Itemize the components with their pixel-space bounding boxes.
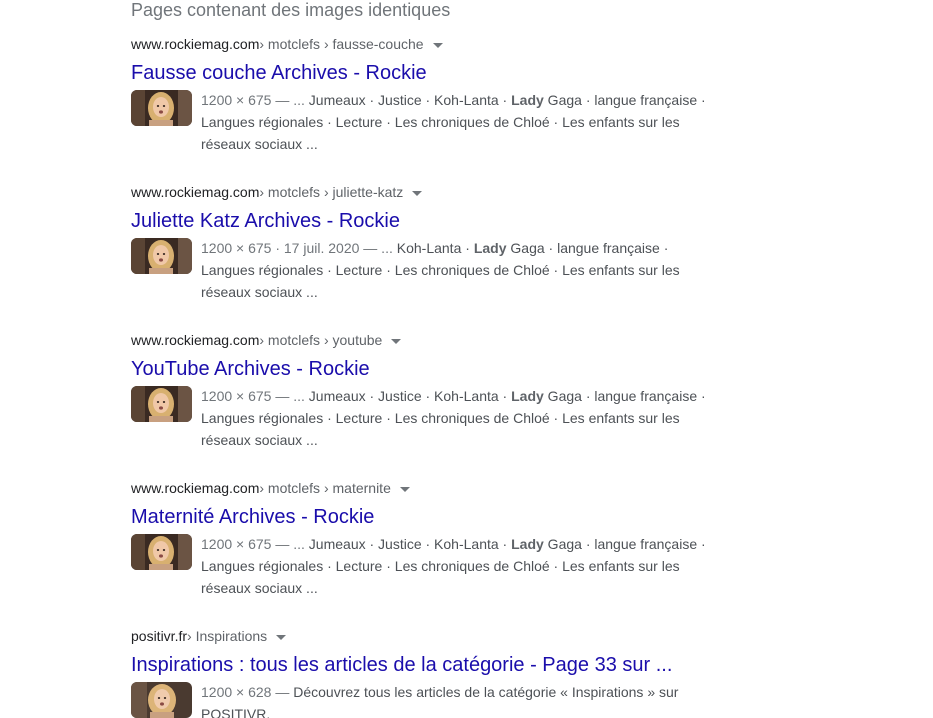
result-cite[interactable]: www.rockiemag.com › motclefs › fausse-co… [131,34,731,54]
result-title-link[interactable]: Maternité Archives - Rockie [131,504,731,530]
result-path: › motclefs › fausse-couche [259,36,424,52]
snippet-highlight: Lady [511,388,544,404]
search-result: positivr.fr › Inspirations Inspirations … [131,626,731,718]
result-snippet-row: 1200 × 675 — ... Jumeaux · Justice · Koh… [131,533,731,599]
result-domain: www.rockiemag.com [131,480,260,496]
result-domain: www.rockiemag.com [131,332,260,348]
result-meta: 1200 × 628 — [201,684,294,700]
result-path: › motclefs › juliette-katz [259,184,404,200]
snippet-highlight: Lady [511,92,544,108]
snippet-highlight: Lady [473,240,507,256]
result-snippet: 1200 × 675 — ... Jumeaux · Justice · Koh… [201,385,721,451]
result-meta: 1200 × 675 — ... [201,536,309,552]
result-snippet-row: 1200 × 675 — ... Jumeaux · Justice · Koh… [131,89,731,155]
result-snippet: 1200 × 675 — ... Jumeaux · Justice · Koh… [201,89,721,155]
result-snippet-row: 1200 × 628 — Découvrez tous les articles… [131,681,731,718]
result-cite[interactable]: www.rockiemag.com › motclefs › maternite [131,478,731,498]
result-thumbnail[interactable] [131,534,192,570]
result-meta: 1200 × 675 · 17 juil. 2020 — ... [201,240,397,256]
result-meta: 1200 × 675 — ... [201,92,309,108]
chevron-down-icon[interactable] [432,42,443,48]
thumbnail-image [131,534,192,570]
results-page: Pages contenant des images identiques ww… [0,0,933,718]
chevron-down-icon[interactable] [276,634,287,640]
thumbnail-image [131,90,192,126]
result-title-link[interactable]: Inspirations : tous les articles de la c… [131,652,731,678]
thumbnail-image [131,682,192,718]
result-snippet-row: 1200 × 675 · 17 juil. 2020 — ... Koh-Lan… [131,237,731,303]
search-result: www.rockiemag.com › motclefs › youtube Y… [131,330,731,451]
search-result: www.rockiemag.com › motclefs › maternite… [131,478,731,599]
search-result: www.rockiemag.com › motclefs › juliette-… [131,182,731,303]
result-path: › Inspirations [187,628,268,644]
snippet-text: Koh-Lanta · [396,240,474,256]
result-thumbnail[interactable] [131,386,192,422]
snippet-text: Jumeaux · Justice · Koh-Lanta · [308,92,512,108]
thumbnail-image [131,238,192,274]
result-domain: positivr.fr [131,628,188,644]
result-snippet: 1200 × 675 — ... Jumeaux · Justice · Koh… [201,533,721,599]
result-cite[interactable]: www.rockiemag.com › motclefs › youtube [131,330,731,350]
result-snippet: 1200 × 675 · 17 juil. 2020 — ... Koh-Lan… [201,237,721,303]
result-title-link[interactable]: Fausse couche Archives - Rockie [131,60,731,86]
result-path: › motclefs › youtube [259,332,383,348]
result-meta: 1200 × 675 — ... [201,388,309,404]
result-domain: www.rockiemag.com [131,36,260,52]
result-thumbnail[interactable] [131,238,192,274]
chevron-down-icon[interactable] [412,190,423,196]
chevron-down-icon[interactable] [399,486,410,492]
snippet-text: Jumeaux · Justice · Koh-Lanta · [308,536,512,552]
thumbnail-image [131,386,192,422]
snippet-text: Jumeaux · Justice · Koh-Lanta · [308,388,512,404]
result-cite[interactable]: positivr.fr › Inspirations [131,626,731,646]
section-title: Pages contenant des images identiques [131,0,451,20]
search-result: www.rockiemag.com › motclefs › fausse-co… [131,34,731,155]
snippet-highlight: Lady [511,536,544,552]
chevron-down-icon[interactable] [391,338,402,344]
result-thumbnail[interactable] [131,682,192,718]
result-domain: www.rockiemag.com [131,184,260,200]
result-title-link[interactable]: YouTube Archives - Rockie [131,356,731,382]
result-snippet: 1200 × 628 — Découvrez tous les articles… [201,681,721,718]
result-cite[interactable]: www.rockiemag.com › motclefs › juliette-… [131,182,731,202]
result-snippet-row: 1200 × 675 — ... Jumeaux · Justice · Koh… [131,385,731,451]
result-title-link[interactable]: Juliette Katz Archives - Rockie [131,208,731,234]
result-path: › motclefs › maternite [259,480,391,496]
result-thumbnail[interactable] [131,90,192,126]
